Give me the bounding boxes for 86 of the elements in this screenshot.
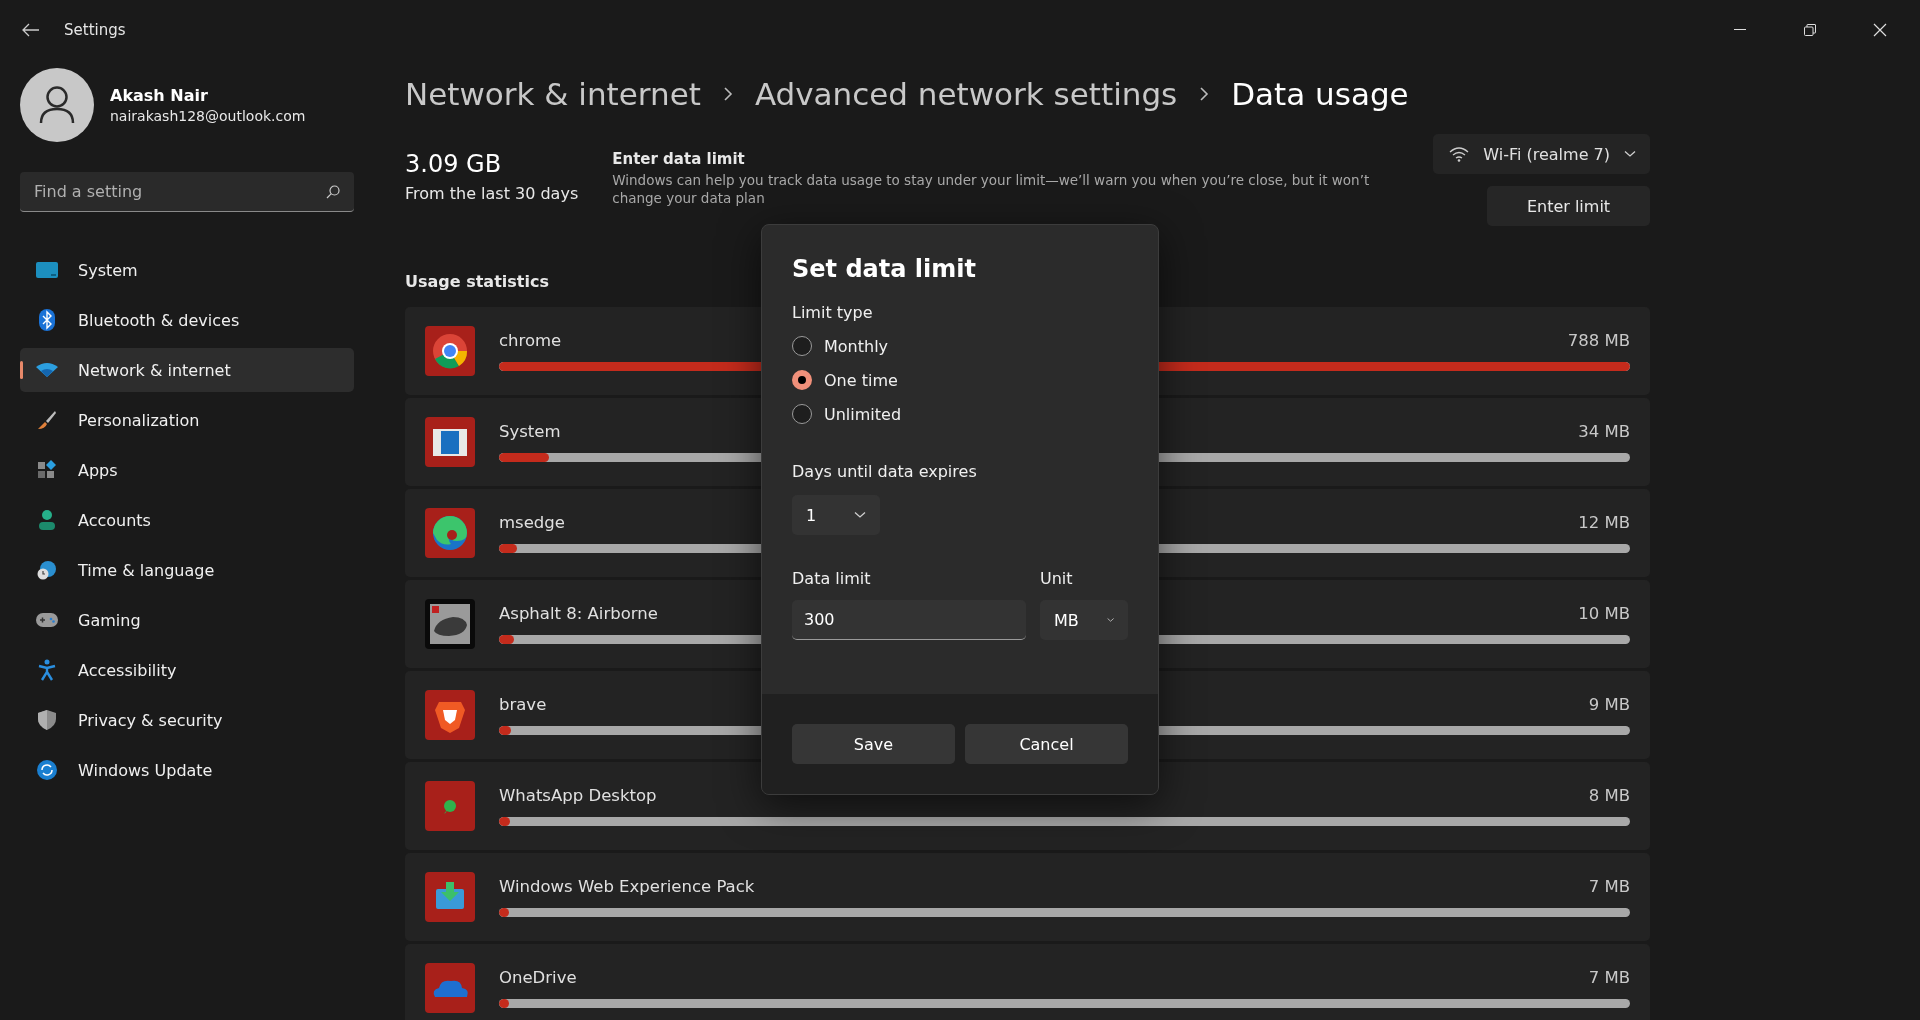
- window-app-icon: [425, 417, 475, 467]
- selection-indicator: [20, 361, 23, 379]
- account-name: Akash Nair: [110, 86, 209, 105]
- field-label: Days until data expires: [792, 462, 978, 481]
- field-label: Data limit: [792, 569, 872, 588]
- sidebar-item[interactable]: Network & internet: [20, 348, 354, 392]
- window-title: Settings: [64, 21, 126, 39]
- limit-title: Enter data limit: [612, 150, 746, 168]
- app-name: brave: [499, 695, 547, 714]
- sidebar-item[interactable]: Apps: [20, 448, 354, 492]
- days-dropdown[interactable]: 1: [792, 495, 880, 535]
- search-icon: [326, 185, 340, 199]
- restore-icon: [1804, 24, 1816, 36]
- app-name: Asphalt 8: Airborne: [499, 604, 658, 623]
- field-label: Limit type: [792, 303, 874, 322]
- field-label: Unit: [1040, 569, 1074, 588]
- total-usage: 3.09 GB: [405, 150, 503, 178]
- wifi-icon: [1449, 146, 1470, 162]
- app-name: OneDrive: [499, 968, 577, 987]
- radio-label: Unlimited: [824, 404, 902, 424]
- bluetooth-icon: [39, 309, 55, 331]
- app-usage: 8 MB: [1588, 786, 1630, 805]
- radio-label: One time: [824, 370, 898, 390]
- chevron-down-icon: [854, 511, 866, 519]
- chat-bubble-icon: [425, 781, 475, 831]
- radio-option[interactable]: Unlimited: [792, 404, 1128, 424]
- minimize-icon: [1734, 29, 1746, 31]
- limit-description: Windows can help you track data usage to stay under your limit—we’ll warn you when you’re close, but it won’t change your data plan: [612, 171, 1371, 208]
- app-usage: 7 MB: [1588, 877, 1630, 896]
- chrome-logo-icon: [425, 326, 475, 376]
- person-silhouette-icon: [39, 86, 75, 124]
- app-name: WhatsApp Desktop: [499, 786, 657, 805]
- chevron-down-icon: [1106, 616, 1114, 624]
- gamepad-icon: [36, 613, 58, 627]
- cloud-icon: [425, 963, 475, 1013]
- sidebar-item[interactable]: System: [20, 248, 354, 292]
- breadcrumb-item[interactable]: Advanced network settings: [754, 76, 1178, 112]
- download-box-icon: [425, 872, 475, 922]
- accessibility-icon: [38, 659, 56, 681]
- chevron-right-icon: [722, 86, 733, 102]
- monitor-icon: [36, 262, 58, 278]
- app-usage: 9 MB: [1588, 695, 1630, 714]
- search-field[interactable]: Find a setting: [20, 172, 354, 212]
- enter-limit-button[interactable]: Enter limit: [1487, 186, 1650, 226]
- sidebar-item[interactable]: Accessibility: [20, 648, 354, 692]
- sidebar-item[interactable]: Windows Update: [20, 748, 354, 792]
- dialog-title: Set data limit: [792, 255, 977, 283]
- sidebar-item[interactable]: Bluetooth & devices: [20, 298, 354, 342]
- radio-label: Monthly: [824, 336, 889, 356]
- sync-icon: [37, 760, 57, 780]
- sidebar-item[interactable]: Personalization: [20, 398, 354, 442]
- breadcrumb-item: Data usage: [1231, 76, 1409, 112]
- app-usage: 34 MB: [1578, 422, 1630, 441]
- network-dropdown[interactable]: Wi-Fi (realme 7): [1433, 134, 1650, 174]
- app-name: System: [499, 422, 561, 441]
- app-name: chrome: [499, 331, 562, 350]
- app-usage: 12 MB: [1578, 513, 1630, 532]
- account-email: nairakash128@outlook.com: [110, 108, 306, 124]
- back-arrow-icon[interactable]: [22, 23, 40, 37]
- chevron-down-icon: [1624, 150, 1636, 158]
- paintbrush-icon: [37, 410, 57, 430]
- radio-option[interactable]: Monthly: [792, 336, 1128, 356]
- section-heading: Usage statistics: [405, 272, 549, 291]
- apps-icon: [37, 460, 57, 480]
- app-usage: 788 MB: [1567, 331, 1630, 350]
- sidebar-item[interactable]: Time & language: [20, 548, 354, 592]
- unit-dropdown[interactable]: MB: [1040, 600, 1128, 640]
- sidebar-item[interactable]: Gaming: [20, 598, 354, 642]
- radio-option[interactable]: One time: [792, 370, 1128, 390]
- person-icon: [38, 510, 56, 530]
- breadcrumb-item[interactable]: Network & internet: [405, 76, 701, 112]
- globe-clock-icon: [37, 560, 57, 580]
- cancel-button[interactable]: Cancel: [965, 724, 1128, 764]
- app-usage: 10 MB: [1578, 604, 1630, 623]
- app-name: Windows Web Experience Pack: [499, 877, 755, 896]
- close-icon: [1873, 23, 1887, 37]
- sidebar-item[interactable]: Accounts: [20, 498, 354, 542]
- save-button[interactable]: Save: [792, 724, 955, 764]
- sidebar-item[interactable]: Privacy & security: [20, 698, 354, 742]
- usage-period: From the last 30 days: [405, 184, 579, 203]
- wifi-icon: [36, 363, 58, 377]
- app-usage: 7 MB: [1588, 968, 1630, 987]
- data-limit-field[interactable]: 300: [792, 600, 1026, 640]
- shield-icon: [38, 710, 56, 730]
- app-name: msedge: [499, 513, 565, 532]
- chevron-right-icon: [1199, 86, 1210, 102]
